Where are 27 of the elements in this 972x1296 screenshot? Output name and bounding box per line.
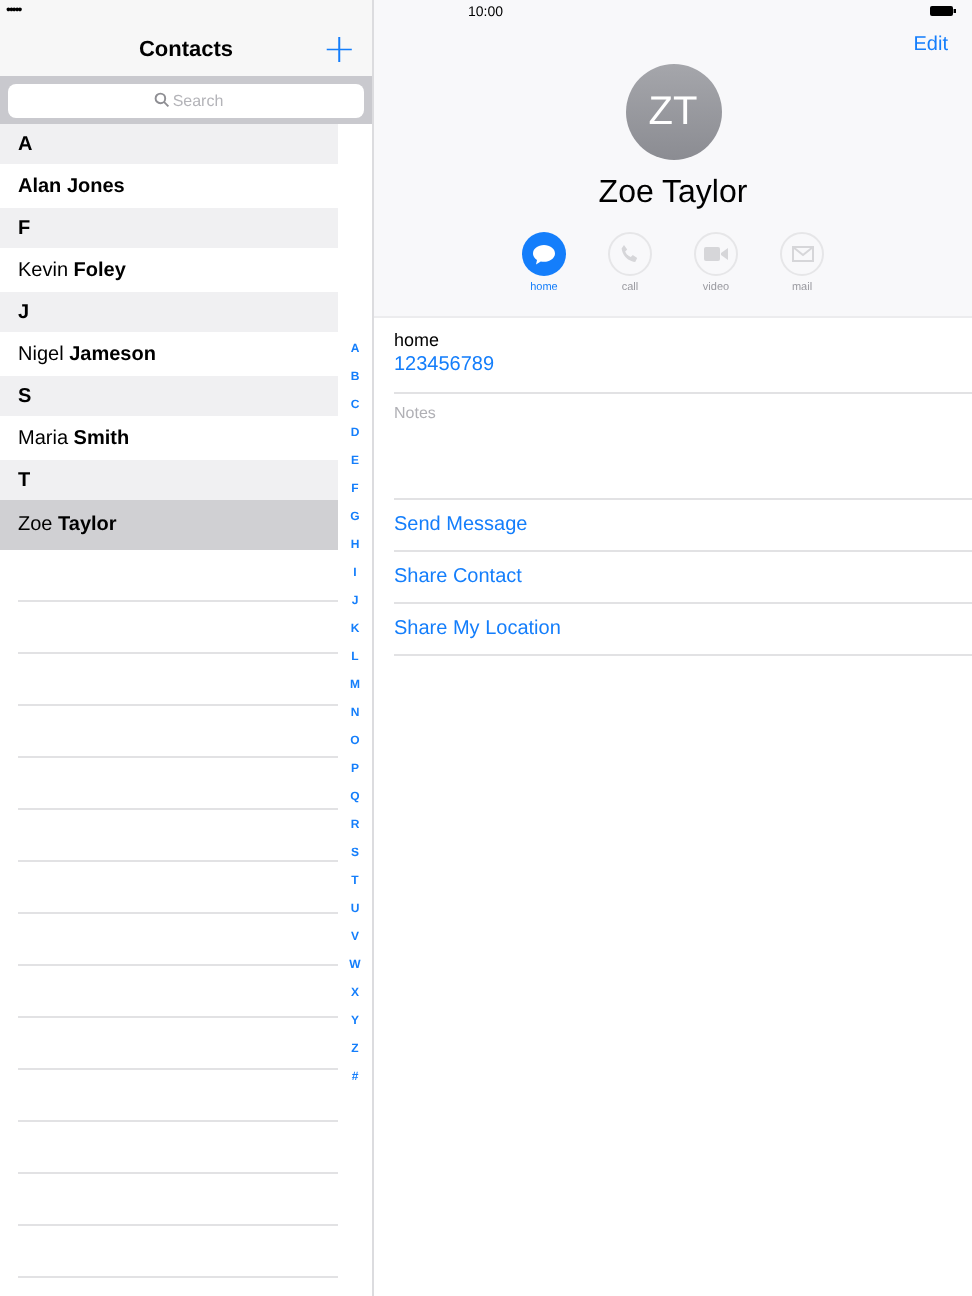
edit-button[interactable]: Edit [913, 34, 972, 56]
speech-bubble-icon [532, 243, 556, 265]
contact-row[interactable]: Kevin Foley [0, 248, 338, 292]
action-link[interactable]: Share My Location [394, 604, 972, 656]
search-icon [154, 92, 170, 108]
action-link[interactable]: Send Message [394, 500, 972, 552]
search-field[interactable]: Search [8, 83, 364, 117]
phone-number-link[interactable]: 123456789 [394, 354, 972, 376]
contact-row[interactable]: Zoe Taylor [0, 500, 338, 550]
contact-row[interactable]: Nigel Jameson [0, 332, 338, 376]
action-link[interactable]: Share Contact [394, 552, 972, 604]
contact-row[interactable]: Maria Smith [0, 416, 338, 460]
envelope-icon [791, 246, 813, 262]
contact-name: Zoe Taylor [598, 176, 748, 212]
add-button[interactable]: + [322, 26, 356, 70]
section-header: T [0, 460, 338, 500]
section-header: J [0, 292, 338, 332]
avatar: ZT [625, 64, 721, 160]
phone-icon [620, 244, 640, 264]
section-header: F [0, 208, 338, 248]
contact-row[interactable]: Alan Jones [0, 164, 338, 208]
video-camera-icon [704, 246, 728, 262]
sidebar-title: Contacts [138, 38, 234, 62]
section-header: A [0, 124, 338, 164]
phone-label: home [394, 330, 442, 350]
section-header: S [0, 376, 338, 416]
battery-icon [930, 6, 956, 16]
